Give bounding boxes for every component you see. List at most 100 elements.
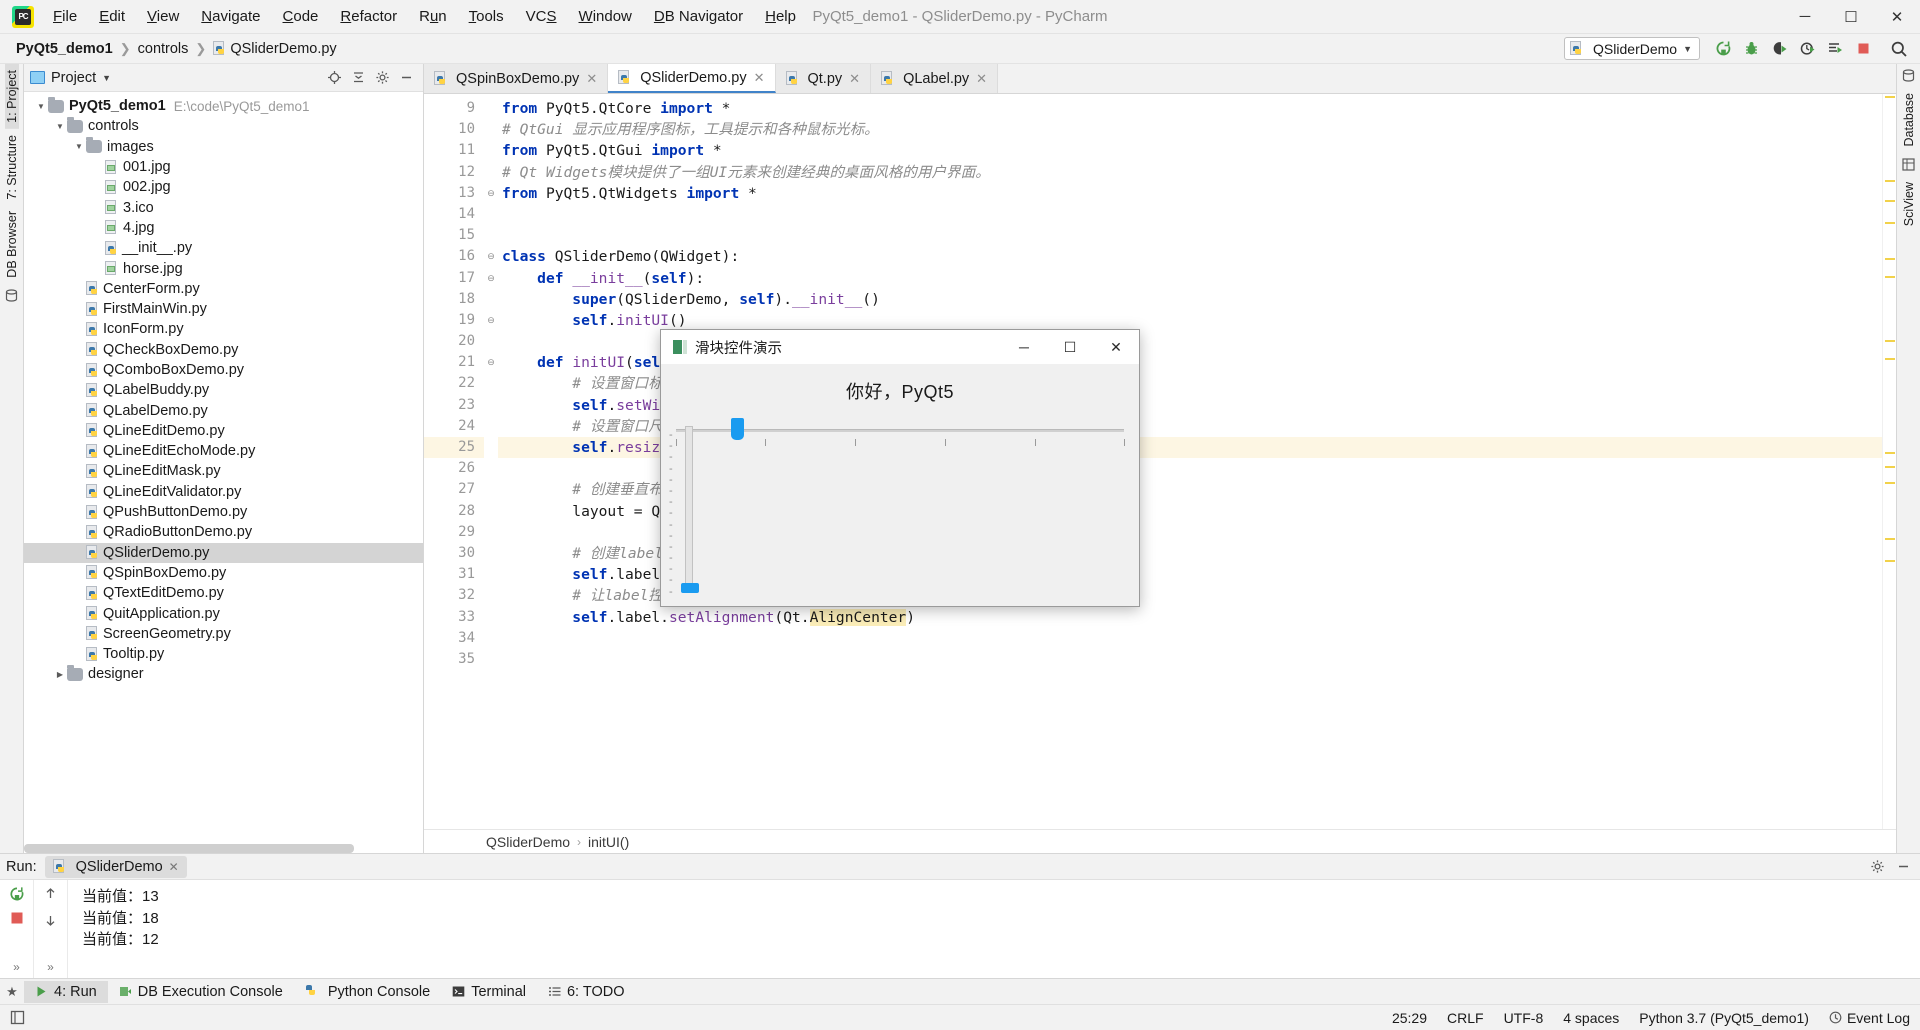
pyqt-slider-dialog[interactable]: 滑块控件演示 ─ ☐ ✕ 你好，PyQt5 --------------- (660, 329, 1140, 607)
line-number[interactable]: 23 (424, 395, 484, 416)
code-line[interactable] (498, 204, 1882, 225)
python-interpreter[interactable]: Python 3.7 (PyQt5_demo1) (1639, 1010, 1809, 1026)
menu-item-file[interactable]: File (42, 3, 88, 30)
tree-file[interactable]: FirstMainWin.py (24, 299, 423, 319)
warning-marker[interactable] (1885, 340, 1895, 342)
line-number[interactable]: 27 (424, 479, 484, 500)
warning-marker[interactable] (1885, 200, 1895, 202)
tree-file[interactable]: 002.jpg (24, 177, 423, 197)
code-line[interactable]: from PyQt5.QtGui import * (498, 140, 1882, 161)
tree-file[interactable]: QLineEditDemo.py (24, 421, 423, 441)
breadcrumb-project[interactable]: PyQt5_demo1 (12, 40, 117, 58)
tool-window-terminal[interactable]: Terminal (441, 981, 537, 1003)
fold-toggle-icon[interactable]: ⊖ (484, 268, 498, 289)
tree-file[interactable]: horse.jpg (24, 258, 423, 278)
close-icon[interactable]: ✕ (847, 71, 862, 87)
tree-folder[interactable]: ▼ PyQt5_demo1 E:\code\PyQt5_demo1 (24, 96, 423, 116)
line-number[interactable]: 19 (424, 310, 484, 331)
line-number[interactable]: 15 (424, 225, 484, 246)
line-number[interactable]: 33 (424, 607, 484, 628)
run-console-output[interactable]: 当前值：13 当前值：18 当前值：12 (68, 880, 1920, 978)
horizontal-slider[interactable] (671, 418, 1129, 440)
fold-toggle-icon[interactable]: ⊖ (484, 246, 498, 267)
fold-toggle-icon[interactable]: ⊖ (484, 352, 498, 373)
more-actions-icon[interactable]: » (47, 960, 54, 978)
line-number[interactable]: 24 (424, 416, 484, 437)
code-line[interactable]: self.initUI() (498, 310, 1882, 331)
vertical-slider[interactable] (681, 426, 699, 593)
code-line[interactable]: from PyQt5.QtCore import * (498, 98, 1882, 119)
stop-icon[interactable] (1850, 37, 1876, 61)
profile-icon[interactable] (1794, 37, 1820, 61)
menu-item-run[interactable]: Run (408, 3, 458, 30)
code-line[interactable]: class QSliderDemo(QWidget): (498, 246, 1882, 267)
tree-file[interactable]: 001.jpg (24, 157, 423, 177)
up-arrow-icon[interactable] (43, 886, 58, 901)
hide-panel-icon[interactable] (1892, 856, 1914, 878)
tree-file[interactable]: 4.jpg (24, 218, 423, 238)
code-line[interactable]: super(QSliderDemo, self).__init__() (498, 289, 1882, 310)
minimize-button[interactable]: ─ (1782, 0, 1828, 34)
warning-marker[interactable] (1885, 258, 1895, 260)
tree-file[interactable]: 3.ico (24, 197, 423, 217)
collapse-all-icon[interactable] (347, 67, 369, 89)
menu-item-vcs[interactable]: VCS (515, 3, 568, 30)
dialog-maximize-button[interactable]: ☐ (1047, 330, 1093, 364)
menu-item-help[interactable]: Help (754, 3, 807, 30)
line-separator[interactable]: CRLF (1447, 1010, 1484, 1026)
code-viewport[interactable]: 9 10 11 12 13 14 15 16 17 18 19 20 21 22 23 24 25 26 27 28 2… (424, 94, 1896, 829)
code-line[interactable]: from PyQt5.QtWidgets import * (498, 183, 1882, 204)
tree-folder[interactable]: ▶ designer (24, 664, 423, 684)
tree-file[interactable]: Tooltip.py (24, 644, 423, 664)
line-number[interactable]: 28 (424, 501, 484, 522)
chevron-down-icon[interactable]: ▼ (34, 102, 48, 111)
menu-item-view[interactable]: View (136, 3, 190, 30)
close-button[interactable]: ✕ (1874, 0, 1920, 34)
database-rail-icon[interactable] (5, 284, 18, 307)
debug-icon[interactable] (1738, 37, 1764, 61)
warning-marker[interactable] (1885, 96, 1895, 98)
line-number[interactable]: 22 (424, 373, 484, 394)
close-icon[interactable]: ✕ (974, 71, 989, 87)
tree-file[interactable]: QRadioButtonDemo.py (24, 522, 423, 542)
warning-marker[interactable] (1885, 276, 1895, 278)
dialog-close-button[interactable]: ✕ (1093, 330, 1139, 364)
tree-horizontal-scrollbar[interactable] (24, 844, 354, 853)
warning-marker[interactable] (1885, 452, 1895, 454)
event-log-button[interactable]: Event Log (1829, 1010, 1910, 1026)
hide-panel-icon[interactable] (395, 67, 417, 89)
line-number[interactable]: 26 (424, 458, 484, 479)
warning-marker[interactable] (1885, 538, 1895, 540)
slider-handle[interactable] (730, 418, 744, 440)
tree-file[interactable]: QComboBoxDemo.py (24, 360, 423, 380)
tree-file[interactable]: QLabelBuddy.py (24, 380, 423, 400)
fold-toggle-icon[interactable]: ⊖ (484, 183, 498, 204)
tool-window-python-console[interactable]: Python Console (294, 981, 441, 1003)
project-tree[interactable]: ▼ PyQt5_demo1 E:\code\PyQt5_demo1 ▼ controls… (24, 92, 423, 853)
warning-marker[interactable] (1885, 560, 1895, 562)
tree-file[interactable]: QPushButtonDemo.py (24, 502, 423, 522)
menu-item-edit[interactable]: Edit (88, 3, 136, 30)
line-number[interactable]: 13 (424, 183, 484, 204)
menu-item-refactor[interactable]: Refactor (329, 3, 408, 30)
line-number[interactable]: 14 (424, 204, 484, 225)
editor-breadcrumb-class[interactable]: QSliderDemo (486, 834, 570, 850)
sidebar-item-db-browser[interactable]: DB Browser (5, 205, 19, 284)
code-line[interactable] (498, 225, 1882, 246)
menu-item-navigate[interactable]: Navigate (190, 3, 271, 30)
sidebar-item-database[interactable]: Database (1902, 87, 1916, 153)
menu-item-code[interactable]: Code (272, 3, 330, 30)
tree-file[interactable]: QLineEditMask.py (24, 461, 423, 481)
menu-item-db-navigator[interactable]: DB Navigator (643, 3, 754, 30)
run-with-console-icon[interactable] (1822, 37, 1848, 61)
line-number[interactable]: 34 (424, 628, 484, 649)
line-number[interactable]: 32 (424, 585, 484, 606)
line-number[interactable]: 25 (424, 437, 484, 459)
close-icon[interactable]: ✕ (584, 71, 599, 87)
tree-file[interactable]: IconForm.py (24, 319, 423, 339)
rerun-icon[interactable] (9, 886, 25, 902)
line-number[interactable]: 17 (424, 268, 484, 289)
editor-tab-qt[interactable]: Qt.py ✕ (775, 64, 872, 93)
sciview-panel-icon[interactable] (1902, 153, 1915, 176)
run-panel-tab[interactable]: QSliderDemo ✕ (44, 855, 187, 878)
